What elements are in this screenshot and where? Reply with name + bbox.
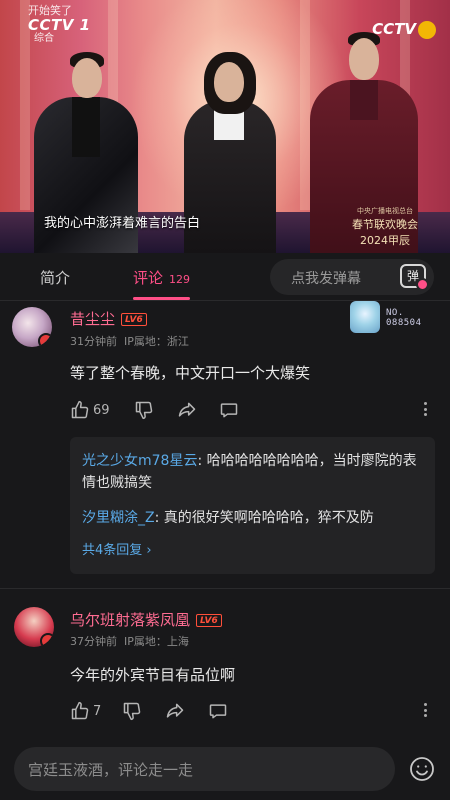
share-button[interactable]: [176, 400, 198, 420]
video-subtitle: 我的心中澎湃着难言的告白: [44, 216, 201, 231]
avatar-decoration: [38, 333, 52, 347]
comment-actions: 69: [70, 400, 440, 422]
channel-logo: 开始笑了 CCTV 1 综合: [28, 4, 91, 44]
reply-item[interactable]: 汐里糊涂_Z: 真的很好笑啊哈哈哈哈，猝不及防: [82, 507, 422, 529]
comment-input-placeholder: 宫廷玉液酒，评论走一走: [28, 761, 194, 779]
comment-username[interactable]: 昔尘尘 LV6: [70, 308, 147, 329]
gala-emblem-icon: [418, 20, 436, 39]
comment-meta: 37分钟前 IP属地：上海: [70, 635, 189, 648]
reply-preview[interactable]: 光之少女m78星云: 哈哈哈哈哈哈哈哈，当时廖院的表情也贼搞笑 汐里糊涂_Z: …: [70, 437, 435, 574]
reply-button[interactable]: [207, 701, 229, 721]
comment-text: 今年的外宾节目有品位啊: [70, 666, 236, 684]
comment-text: 等了整个春晚，中文开口一个大爆笑: [70, 364, 311, 382]
avatar[interactable]: [12, 307, 52, 347]
stage-stripe: [300, 0, 310, 210]
like-count: 7: [93, 703, 102, 719]
comment-actions: 7: [70, 701, 440, 723]
danmu-icon[interactable]: 弹: [400, 264, 429, 291]
comment-count: 129: [169, 273, 191, 286]
level-badge: LV6: [196, 614, 222, 627]
tab-comments[interactable]: 评论 129: [133, 267, 190, 288]
comment-username[interactable]: 乌尔班射落紫凤凰 LV6: [70, 609, 222, 630]
avatar[interactable]: [14, 607, 54, 647]
avatar-decoration: [40, 633, 54, 647]
like-button[interactable]: 7: [70, 701, 101, 721]
danmu-placeholder: 点我发弹幕: [291, 271, 361, 287]
view-all-replies-link[interactable]: 共4条回复 ›: [82, 539, 152, 558]
comment-icon: [220, 403, 238, 418]
like-button[interactable]: 69: [70, 400, 110, 420]
reply-item[interactable]: 光之少女m78星云: 哈哈哈哈哈哈哈哈，当时廖院的表情也贼搞笑: [82, 450, 422, 494]
comment-item: 乌尔班射落紫凤凰 LV6 37分钟前 IP属地：上海 今年的外宾节目有品位啊 7: [0, 589, 450, 739]
danmu-input[interactable]: 点我发弹幕 弹: [270, 259, 434, 295]
more-icon[interactable]: [424, 703, 428, 720]
tab-comments-label: 评论: [133, 269, 164, 287]
like-icon: [71, 400, 89, 419]
gala-watermark: 中央广播电视总台 春节联欢晚会 2024甲辰: [352, 207, 418, 247]
share-icon: [178, 402, 196, 417]
share-button[interactable]: [164, 701, 186, 721]
reply-username[interactable]: 光之少女m78星云: [82, 453, 197, 469]
comment-input[interactable]: 宫廷玉液酒，评论走一走: [14, 747, 395, 791]
active-tab-indicator: [133, 297, 190, 300]
dislike-button[interactable]: [134, 400, 154, 420]
like-icon: [71, 701, 89, 720]
comment-input-bar: 宫廷玉液酒，评论走一走: [0, 740, 450, 800]
comment-meta: 31分钟前 IP属地：浙江: [70, 335, 189, 348]
level-badge: LV6: [121, 313, 147, 326]
tab-intro[interactable]: 简介: [40, 267, 70, 288]
like-count: 69: [93, 402, 110, 418]
emoji-icon[interactable]: [409, 756, 435, 782]
reply-username[interactable]: 汐里糊涂_Z: [82, 510, 155, 526]
fan-badge: NO. 088504: [350, 301, 440, 333]
comment-icon: [209, 704, 227, 719]
gala-logo: CCTV: [372, 20, 436, 39]
reply-button[interactable]: [218, 400, 240, 420]
video-player[interactable]: 开始笑了 CCTV 1 综合 CCTV 我的心中澎湃着难言的告白 中央广播电视总…: [0, 0, 450, 253]
dislike-icon: [123, 702, 141, 721]
fan-badge-image: [350, 301, 380, 333]
dislike-icon: [135, 401, 153, 420]
dislike-button[interactable]: [122, 701, 142, 721]
more-icon[interactable]: [424, 402, 428, 419]
share-icon: [166, 703, 184, 718]
